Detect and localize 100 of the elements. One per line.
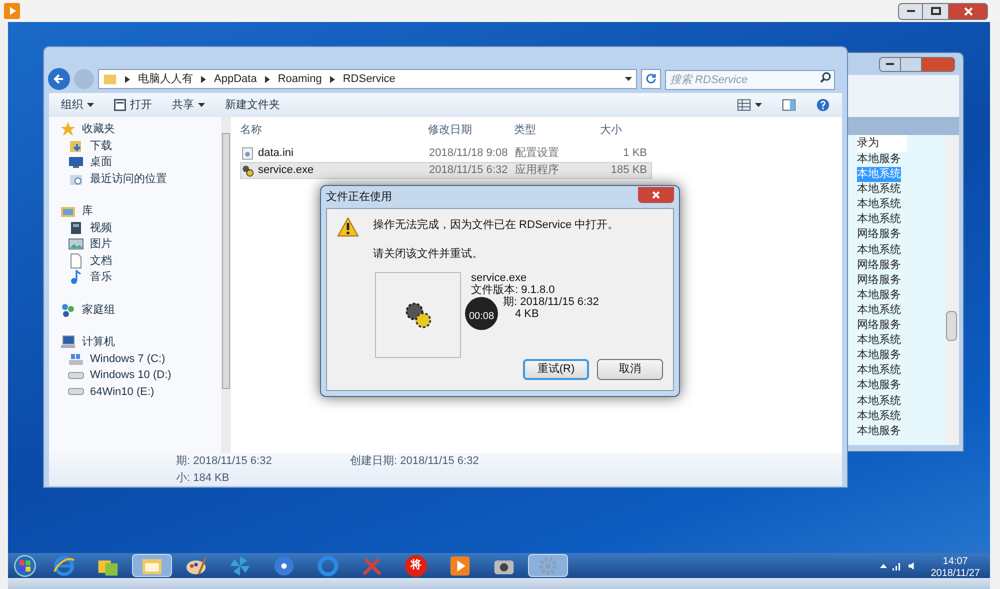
play-icon — [449, 554, 471, 576]
nav-item[interactable]: 图片 — [49, 236, 221, 252]
refresh-button[interactable] — [641, 69, 661, 89]
refresh-icon — [645, 73, 657, 85]
table-cell[interactable]: 网络服务 — [857, 272, 901, 288]
table-cell[interactable]: 本地服务 — [857, 152, 901, 168]
gears-icon — [241, 164, 254, 177]
scrollbar[interactable] — [945, 135, 959, 445]
chevron-icon — [330, 76, 335, 82]
dialog-button[interactable]: 重试(R) — [523, 359, 589, 380]
table-cell[interactable]: 本地系统 — [857, 394, 901, 409]
nav-item[interactable]: 视频 — [49, 220, 221, 236]
close-icon — [652, 191, 660, 199]
document-icon — [68, 252, 84, 269]
table-cell[interactable]: 本地服务 — [857, 348, 901, 364]
minimize-button[interactable] — [898, 2, 923, 20]
hint-text: 请关闭该文件并重试。 — [373, 246, 484, 262]
preview-pane-button[interactable] — [782, 98, 796, 112]
tray-arrow-icon — [880, 564, 887, 568]
table-cell[interactable]: 本地系统 — [857, 363, 901, 378]
taskbar-button[interactable]: 将 — [396, 554, 436, 577]
search-field[interactable]: 搜索 RDService — [665, 70, 835, 90]
nav-item[interactable]: 家庭组 — [49, 302, 221, 318]
breadcrumb[interactable]: AppData — [214, 70, 257, 88]
windows-orb-icon — [14, 554, 36, 576]
settings-file-icon — [241, 147, 254, 160]
address-bar[interactable]: 电脑人人有 AppData Roaming RDService — [98, 69, 637, 89]
play-icon — [4, 3, 20, 19]
maximize-button[interactable] — [923, 2, 948, 20]
nav-item[interactable]: 计算机 — [49, 334, 221, 350]
table-cell[interactable]: 本地系统 — [857, 242, 901, 258]
picture-icon — [68, 236, 84, 252]
table-cell[interactable]: 本地服务 — [857, 288, 901, 303]
close-button[interactable] — [638, 187, 674, 203]
nav-item[interactable]: Windows 10 (D:) — [49, 367, 221, 384]
table-cell[interactable]: 网络服务 — [857, 318, 901, 334]
column-header[interactable]: 大小 — [600, 122, 652, 138]
help-button[interactable] — [816, 98, 830, 112]
column-header[interactable]: 修改日期 — [428, 122, 514, 138]
minimize-button[interactable] — [879, 56, 901, 72]
column-header[interactable]: 类型 — [514, 122, 600, 138]
table-cell[interactable]: 网络服务 — [857, 258, 901, 273]
toolbar-button[interactable]: 组织 — [61, 96, 94, 114]
folder-icon — [103, 72, 117, 86]
nav-item[interactable]: Windows 7 (C:) — [49, 350, 221, 367]
modified-date-label: 期: 2018/11/15 6:32 — [503, 296, 599, 308]
back-button[interactable] — [48, 68, 70, 90]
close-button[interactable] — [948, 2, 988, 20]
caret-icon — [87, 103, 94, 107]
browser-e-icon — [53, 554, 75, 576]
network-balls-icon — [60, 302, 76, 318]
table-cell[interactable]: 网络服务 — [857, 227, 901, 243]
table-cell-text: 1 KB — [622, 146, 647, 162]
arrow-left-icon — [53, 73, 65, 85]
breadcrumb[interactable]: Roaming — [278, 70, 322, 88]
nav-item[interactable]: 64Win10 (E:) — [49, 384, 221, 400]
file-row[interactable]: service.exe 2018/11/15 6:32 应用程序 185 KB — [240, 162, 652, 179]
table-cell-text: 185 KB — [610, 163, 647, 178]
toolbar-button[interactable]: 共享 — [172, 96, 205, 114]
clock[interactable]: 14:07 2018/11/27 — [930, 552, 980, 580]
nav-item[interactable]: 桌面 — [49, 154, 221, 170]
nav-item[interactable]: 音乐 — [49, 269, 221, 286]
caret-icon — [625, 77, 632, 81]
toolbar-button[interactable]: 打开 — [114, 96, 152, 114]
pinwheel-icon — [229, 554, 251, 576]
toolbar-button[interactable]: 新建文件夹 — [225, 96, 280, 114]
table-cell[interactable]: 本地服务 — [857, 424, 901, 439]
search-icon — [820, 72, 831, 83]
table-cell[interactable]: 本地系统 — [857, 212, 901, 228]
table-cell[interactable]: 本地系统 — [857, 333, 901, 348]
modified-date-label: 期: 2018/11/15 6:32 — [176, 454, 273, 469]
chevron-icon — [125, 76, 130, 82]
table-cell[interactable]: 本地系统 — [857, 302, 901, 318]
table-cell[interactable]: 本地系统 — [857, 408, 901, 424]
ring-icon — [317, 554, 339, 576]
dialog-button[interactable]: 取消 — [597, 359, 663, 380]
close-button[interactable] — [921, 56, 955, 72]
caret-icon — [755, 103, 762, 107]
taskbar-badge: 将 — [405, 554, 427, 576]
drive-icon — [68, 372, 84, 379]
scrollbar[interactable] — [221, 117, 231, 453]
table-cell[interactable]: 本地系统 — [857, 197, 901, 212]
nav-item[interactable]: 收藏夹 — [49, 121, 221, 138]
view-options-button[interactable] — [737, 98, 762, 112]
table-cell[interactable]: 本地系统 — [857, 182, 901, 198]
created-date-label: 创建日期: 2018/11/15 6:32 — [350, 454, 480, 469]
nav-item[interactable]: 文档 — [49, 252, 221, 269]
file-row[interactable]: data.ini 2018/11/18 9:08 配置设置 1 KB — [240, 145, 652, 162]
music-note-icon — [68, 269, 84, 286]
breadcrumb[interactable]: RDService — [342, 70, 396, 88]
column-header[interactable]: 名称 — [240, 122, 428, 138]
grid-icon — [737, 98, 751, 112]
nav-item[interactable]: 下载 — [49, 138, 221, 154]
nav-item[interactable]: 库 — [49, 203, 221, 220]
column-header[interactable]: 录为 — [857, 135, 907, 152]
table-cell[interactable]: 本地服务 — [857, 378, 901, 394]
breadcrumb[interactable]: 电脑人人有 — [138, 70, 193, 88]
star-icon — [60, 121, 76, 138]
table-cell-text: 2018/11/18 9:08 — [429, 146, 509, 162]
nav-item[interactable]: 最近访问的位置 — [49, 170, 221, 187]
